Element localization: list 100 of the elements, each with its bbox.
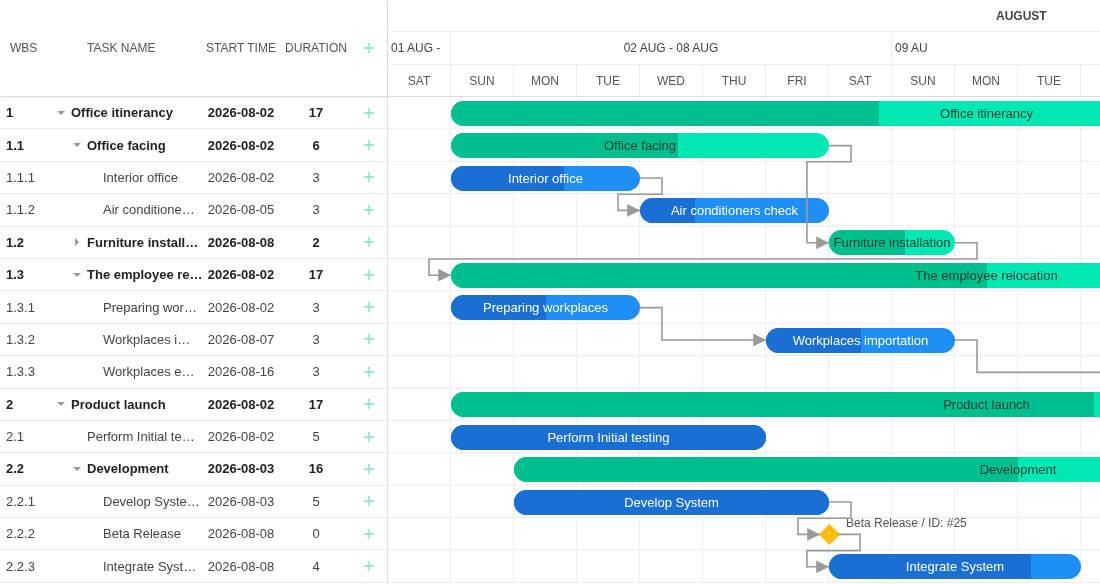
duration-cell: 2 xyxy=(312,234,320,250)
wbs-cell-text: 1.3 xyxy=(5,267,25,283)
day-label: TUE xyxy=(577,65,640,96)
task-bar[interactable]: Interior office xyxy=(451,165,640,191)
task-name-cell: Office facing xyxy=(87,137,166,153)
start-time-cell: 2026-08-08 xyxy=(207,558,275,574)
wbs-cell-text: 1.2 xyxy=(5,234,25,250)
day-label: TUE xyxy=(1018,65,1081,96)
wbs-cell-text: 1.1.1 xyxy=(5,169,35,185)
task-bar[interactable]: Air conditioners check xyxy=(640,197,829,223)
wbs-cell-text: 1.3.2 xyxy=(5,331,35,347)
caret-icon[interactable] xyxy=(57,400,65,409)
duration-cell: 16 xyxy=(308,461,324,477)
caret-icon[interactable] xyxy=(57,108,65,117)
task-name-cell: Furniture install… xyxy=(87,234,199,250)
month-label: AUGUST xyxy=(996,8,1047,23)
day-label: MON xyxy=(955,65,1018,96)
task-name-cell: Preparing wor… xyxy=(103,299,197,315)
task-name-cell: The employee re… xyxy=(87,267,203,283)
start-time-cell: 2026-08-08 xyxy=(207,234,275,250)
add-subtask-button[interactable] xyxy=(361,461,377,477)
bar-label: Product launch xyxy=(943,396,1030,414)
bar-label: Workplaces importation xyxy=(792,331,929,349)
caret-icon[interactable] xyxy=(73,238,81,247)
task-bar[interactable]: Product launch xyxy=(451,392,1100,418)
task-name-cell: Workplaces i… xyxy=(103,331,191,347)
task-bar[interactable]: Development xyxy=(514,457,1100,483)
dependency-arrow xyxy=(617,177,663,217)
dependency-arrow xyxy=(806,533,861,574)
task-name-cell: Develop Syste… xyxy=(103,493,200,509)
task-bar[interactable]: Develop System xyxy=(514,489,829,515)
duration-cell: 4 xyxy=(312,558,320,574)
day-label: WED xyxy=(640,65,703,96)
wbs-cell-text: 2.2.3 xyxy=(5,558,35,574)
task-name-cell: Beta Release xyxy=(103,526,182,542)
wbs-cell-text: 2.2.2 xyxy=(5,526,35,542)
wbs-cell-text: 2.1 xyxy=(5,429,25,445)
start-time-cell: 2026-08-02 xyxy=(207,429,275,445)
task-name-cell: Integrate Syst… xyxy=(103,558,197,574)
bar-label: Office facing xyxy=(604,137,676,155)
task-name-cell: Development xyxy=(87,461,169,477)
start-time-cell: 2026-08-03 xyxy=(207,493,275,509)
caret-icon[interactable] xyxy=(73,141,81,150)
task-bar[interactable]: Integrate System xyxy=(829,554,1081,580)
task-name-cell: Air conditione… xyxy=(103,202,195,218)
caret-icon[interactable] xyxy=(73,465,81,473)
start-time-cell: 2026-08-02 xyxy=(207,267,275,283)
column-header: WBS xyxy=(9,41,39,55)
week-label: 01 AUG - xyxy=(388,32,451,64)
task-bar[interactable]: Workplaces importation xyxy=(766,327,955,353)
wbs-cell-text: 1.3.1 xyxy=(5,299,35,315)
duration-cell: 5 xyxy=(312,493,320,509)
duration-cell: 3 xyxy=(312,169,320,185)
wbs-cell-text: 2.2.1 xyxy=(5,493,35,509)
bar-label: Development xyxy=(979,461,1057,479)
bar-label: Office itinerancy xyxy=(940,104,1033,122)
task-bar[interactable]: Preparing workplaces xyxy=(451,295,640,321)
week-label: 09 AU xyxy=(892,32,1100,64)
start-time-cell: 2026-08-02 xyxy=(207,137,275,153)
task-bar[interactable]: Office facing xyxy=(451,133,829,159)
wbs-cell-text: 1.1.2 xyxy=(5,202,35,218)
bar-label: Air conditioners check xyxy=(670,201,799,219)
duration-cell: 3 xyxy=(312,202,320,218)
duration-cell: 3 xyxy=(312,331,320,347)
wbs-cell-text: 1.1 xyxy=(5,137,25,153)
duration-cell: 3 xyxy=(312,299,320,315)
task-name-cell: Product launch xyxy=(71,396,166,412)
duration-cell: 17 xyxy=(308,267,324,283)
start-time-cell: 2026-08-16 xyxy=(207,364,275,380)
duration-cell: 17 xyxy=(308,396,324,412)
duration-cell: 3 xyxy=(312,364,320,380)
duration-cell: 6 xyxy=(312,137,320,153)
start-time-cell: 2026-08-02 xyxy=(207,105,275,121)
wbs-cell-text: 2 xyxy=(5,396,14,412)
caret-icon[interactable] xyxy=(73,270,81,279)
bar-label: Develop System xyxy=(624,493,719,511)
day-label: THU xyxy=(703,65,766,96)
start-time-cell: 2026-08-03 xyxy=(207,461,275,477)
day-label: MON xyxy=(514,65,577,96)
start-time-cell: 2026-08-08 xyxy=(207,526,275,542)
task-bar[interactable]: The employee relocation xyxy=(451,262,1100,288)
day-label: FRI xyxy=(766,65,829,96)
task-bar[interactable]: Perform Initial testing xyxy=(451,424,766,450)
day-label: SAT xyxy=(829,65,892,96)
week-label: 02 AUG - 08 AUG xyxy=(451,32,892,64)
task-bar[interactable]: Office itinerancy xyxy=(451,100,1100,126)
duration-cell: 0 xyxy=(312,526,320,542)
task-name-cell: Interior office xyxy=(103,169,178,185)
bar-label: Integrate System xyxy=(905,558,1005,576)
column-header: DURATION xyxy=(284,41,348,55)
day-label: SUN xyxy=(451,65,514,96)
task-name-cell: Office itinerancy xyxy=(71,105,173,121)
start-time-cell: 2026-08-07 xyxy=(207,331,275,347)
bar-label: Perform Initial testing xyxy=(547,428,670,446)
task-name-cell: Perform Initial te… xyxy=(87,429,195,445)
column-header: START TIME xyxy=(205,41,277,55)
start-time-cell: 2026-08-02 xyxy=(207,396,275,412)
wbs-cell-text: 1.3.3 xyxy=(5,364,35,380)
duration-cell: 5 xyxy=(312,429,320,445)
add-task-button[interactable] xyxy=(361,40,377,56)
